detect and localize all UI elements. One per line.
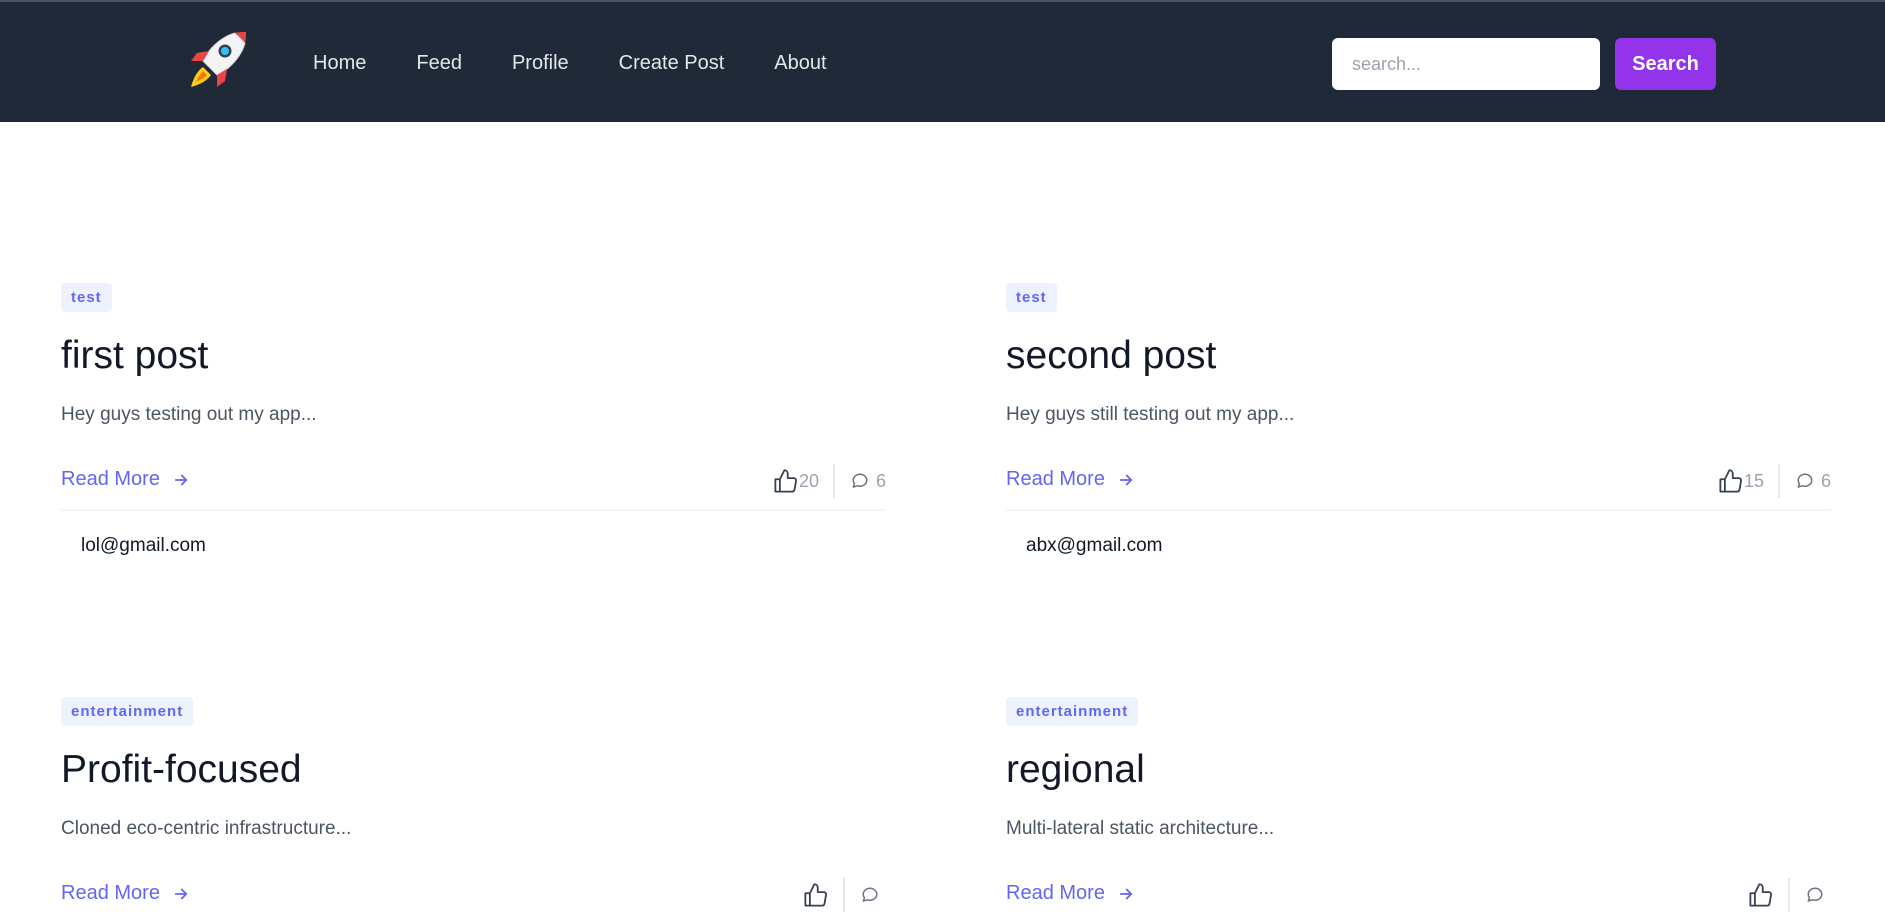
post-footer: Read More 20 6: [61, 461, 886, 501]
comment-count: 6: [875, 470, 886, 491]
read-more-label: Read More: [1006, 468, 1105, 490]
like-stat[interactable]: [1747, 878, 1790, 912]
post-title: first post: [61, 334, 209, 377]
comment-stat[interactable]: [845, 886, 886, 904]
divider: [1006, 509, 1831, 511]
arrow-right-icon: [1119, 474, 1133, 485]
comment-bubble-icon: [852, 473, 868, 488]
post-stats: 15 6: [1717, 461, 1831, 501]
arrow-right-icon: [174, 888, 188, 899]
comment-count: 6: [1820, 470, 1831, 491]
read-more-link[interactable]: Read More: [1006, 468, 1135, 491]
like-count: 20: [798, 470, 819, 491]
comment-stat[interactable]: [1790, 886, 1831, 904]
post-stats: [802, 875, 886, 915]
post-footer: Read More: [1006, 875, 1831, 915]
post-footer: Read More 15 6: [1006, 461, 1831, 501]
like-stat[interactable]: 15: [1717, 464, 1780, 498]
post-excerpt: Multi-lateral static architecture...: [1006, 818, 1275, 839]
read-more-link[interactable]: Read More: [61, 882, 190, 905]
post-excerpt: Hey guys testing out my app...: [61, 404, 317, 425]
nav-link-create-post[interactable]: Create Post: [619, 52, 725, 75]
thumbs-up-icon[interactable]: [1717, 468, 1744, 495]
comment-stat[interactable]: 6: [835, 471, 886, 492]
read-more-link[interactable]: Read More: [1006, 882, 1135, 905]
arrow-right-icon: [174, 474, 188, 485]
comment-bubble-icon: [1807, 887, 1823, 902]
post-author: lol@gmail.com: [81, 535, 206, 556]
post-excerpt: Hey guys still testing out my app...: [1006, 404, 1295, 425]
post-tag[interactable]: test: [1006, 283, 1057, 312]
post-stats: [1747, 875, 1831, 915]
like-stat[interactable]: [802, 878, 845, 912]
comment-bubble-icon: [862, 887, 878, 902]
nav-link-feed[interactable]: Feed: [416, 52, 462, 75]
like-stat[interactable]: 20: [772, 464, 835, 498]
post-card: test second post Hey guys still testing …: [1006, 283, 1831, 557]
read-more-link[interactable]: Read More: [61, 468, 190, 491]
post-tag[interactable]: entertainment: [61, 697, 194, 726]
thumbs-up-icon[interactable]: [1747, 882, 1774, 909]
nav-links: Home Feed Profile Create Post About: [313, 2, 877, 124]
navbar: Home Feed Profile Create Post About Sear…: [0, 0, 1885, 122]
read-more-label: Read More: [61, 468, 160, 490]
like-count: 15: [1743, 470, 1764, 491]
post-tag[interactable]: test: [61, 283, 112, 312]
post-card: test first post Hey guys testing out my …: [61, 283, 886, 557]
comment-bubble-icon: [1797, 473, 1813, 488]
search-input[interactable]: [1332, 38, 1600, 90]
arrow-right-icon: [1119, 888, 1133, 899]
read-more-label: Read More: [61, 882, 160, 904]
nav-link-home[interactable]: Home: [313, 52, 366, 75]
nav-link-about[interactable]: About: [774, 52, 826, 75]
post-title: regional: [1006, 748, 1145, 791]
nav-link-profile[interactable]: Profile: [512, 52, 569, 75]
thumbs-up-icon[interactable]: [772, 468, 799, 495]
post-card: entertainment regional Multi-lateral sta…: [1006, 697, 1831, 915]
post-author: abx@gmail.com: [1026, 535, 1163, 556]
thumbs-up-icon[interactable]: [802, 882, 829, 909]
rocket-logo-icon[interactable]: [183, 27, 251, 95]
post-tag[interactable]: entertainment: [1006, 697, 1139, 726]
post-footer: Read More: [61, 875, 886, 915]
post-title: Profit-focused: [61, 748, 302, 791]
post-card: entertainment Profit-focused Cloned eco-…: [61, 697, 886, 915]
post-stats: 20 6: [772, 461, 886, 501]
read-more-label: Read More: [1006, 882, 1105, 904]
divider: [61, 509, 886, 511]
post-excerpt: Cloned eco-centric infrastructure...: [61, 818, 352, 839]
post-title: second post: [1006, 334, 1217, 377]
comment-stat[interactable]: 6: [1780, 471, 1831, 492]
search-button[interactable]: Search: [1615, 38, 1716, 90]
